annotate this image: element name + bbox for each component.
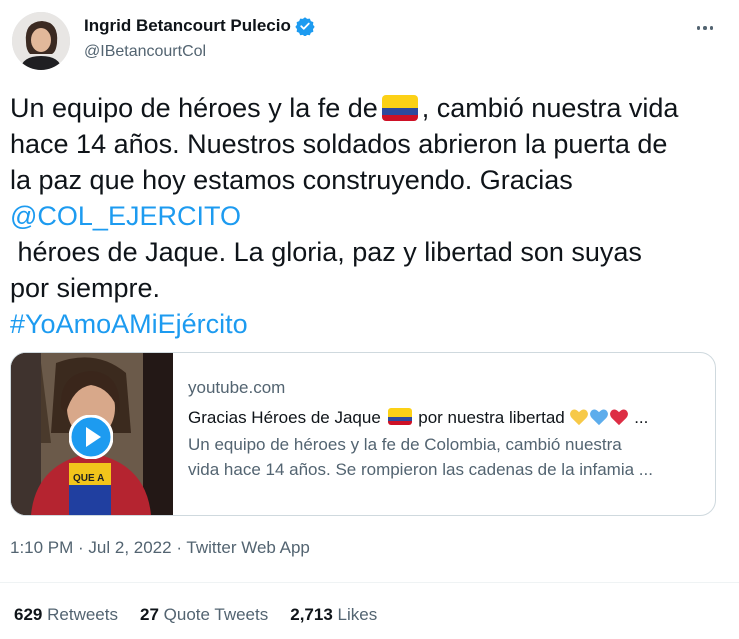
tweet-text-line: la paz que hoy estamos construyendo. Gra… [10, 165, 573, 195]
tweet-text-segment: , cambió nuestra vida [421, 93, 679, 123]
card-description-line: Un equipo de héroes y la fe de Colombia,… [188, 435, 622, 454]
video-thumbnail[interactable]: QUE A [11, 353, 173, 515]
retweets-count: 629 [14, 605, 43, 624]
card-description: Un equipo de héroes y la fe de Colombia,… [188, 432, 698, 482]
quote-tweets-stat[interactable]: 27 Quote Tweets [140, 605, 268, 625]
tweet: Ingrid Betancourt Pulecio @IBetancourtCo… [0, 0, 739, 639]
card-title-ellipsis: ... [634, 408, 649, 427]
tweet-date[interactable]: Jul 2, 2022 [88, 538, 171, 557]
tweet-text-segment: Un equipo de héroes y la fe de [10, 93, 378, 123]
engagement-stats: 629 Retweets 27 Quote Tweets 2,713 Likes [14, 605, 377, 625]
meta-separator: · [171, 538, 187, 557]
card-domain: youtube.com [188, 378, 286, 397]
source-app-link[interactable]: Twitter Web App [186, 538, 309, 557]
quote-tweets-count: 27 [139, 605, 159, 624]
retweets-stat[interactable]: 629 Retweets [14, 605, 118, 625]
play-icon[interactable] [69, 415, 113, 459]
card-text: youtube.com Gracias Héroes de Jaque por … [188, 377, 698, 482]
author-handle[interactable]: @IBetancourtCol [84, 43, 206, 61]
mention-link[interactable]: @COL_EJERCITO [10, 198, 722, 234]
tweet-text: Un equipo de héroes y la fe de , cambió n… [10, 90, 722, 342]
likes-count: 2,713 [290, 605, 333, 624]
colombia-flag-icon [381, 95, 418, 121]
quote-tweets-label: Quote Tweets [163, 605, 269, 624]
more-options-icon[interactable] [693, 16, 717, 40]
card-title-segment: por nuestra libertad [418, 408, 565, 427]
hashtag-link[interactable]: #YoAmoAMiEjército [10, 306, 722, 342]
divider [0, 582, 739, 583]
retweets-label: Retweets [47, 605, 118, 624]
link-preview-card[interactable]: QUE A youtube.com Gracias Héroes de Jaqu… [10, 352, 716, 516]
verified-badge-icon [295, 17, 315, 36]
card-description-line: vida hace 14 años. Se rompieron las cade… [188, 460, 653, 479]
tweet-metadata: 1:10 PM · Jul 2, 2022 · Twitter Web App [10, 538, 310, 558]
colombia-flag-icon [387, 408, 412, 425]
tweet-text-line: por siempre. [10, 273, 161, 303]
card-title-segment: Gracias Héroes de Jaque [188, 408, 381, 427]
yellow-heart-icon [570, 409, 589, 426]
blue-heart-icon [590, 409, 609, 426]
likes-label: Likes [337, 605, 378, 624]
red-heart-icon [610, 409, 629, 426]
author-name-row: Ingrid Betancourt Pulecio [84, 16, 315, 36]
tweet-text-line: héroes de Jaque. La gloria, paz y libert… [10, 237, 642, 267]
card-title: Gracias Héroes de Jaque por nuestra libe… [188, 407, 698, 429]
tweet-text-line: hace 14 años. Nuestros soldados abrieron… [10, 129, 668, 159]
author-display-name[interactable]: Ingrid Betancourt Pulecio [84, 16, 291, 36]
avatar[interactable] [12, 12, 70, 70]
svg-text:QUE A: QUE A [73, 473, 104, 484]
tweet-time[interactable]: 1:10 PM [10, 538, 73, 557]
likes-stat[interactable]: 2,713 Likes [290, 605, 377, 625]
meta-separator: · [73, 538, 89, 557]
